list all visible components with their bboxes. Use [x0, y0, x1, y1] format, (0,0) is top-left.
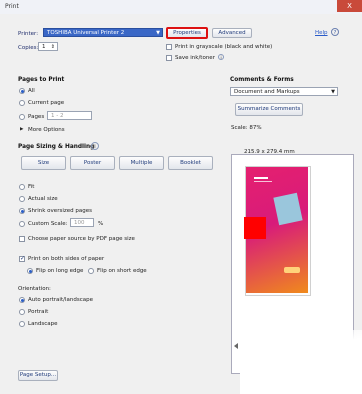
more-options-link[interactable]: More Options [28, 127, 65, 133]
preview-page [244, 166, 311, 296]
custom-scale-value: 100 [74, 220, 85, 226]
scale-label: Scale: 87% [231, 125, 262, 131]
fit-radio[interactable] [19, 184, 25, 190]
portrait-radio[interactable] [19, 309, 25, 315]
short-edge-label: Flip on short edge [97, 268, 147, 274]
advanced-label: Advanced [218, 30, 246, 36]
custom-scale-input[interactable]: 100 [70, 218, 94, 227]
comments-select-value: Document and Markups [234, 89, 300, 95]
page-setup-label: Page Setup... [19, 372, 57, 378]
grayscale-checkbox[interactable] [166, 44, 172, 50]
sizing-heading: Page Sizing & Handling [18, 144, 95, 150]
printer-label: Printer: [18, 31, 39, 37]
advanced-button[interactable]: Advanced [212, 28, 252, 38]
paper-source-checkbox[interactable] [19, 236, 25, 242]
preview-logo [284, 267, 300, 273]
fit-label: Fit [28, 184, 35, 190]
auto-orientation-radio[interactable] [19, 297, 25, 303]
chevron-down-icon: ▼ [331, 89, 335, 95]
tab-booklet[interactable]: Booklet [168, 156, 213, 170]
info-icon: i [91, 142, 99, 150]
save-ink-checkbox[interactable] [166, 55, 172, 61]
custom-scale-radio[interactable] [19, 221, 25, 227]
both-sides-label: Print on both sides of paper [28, 256, 105, 262]
actual-size-radio[interactable] [19, 196, 25, 202]
page-setup-button[interactable]: Page Setup... [18, 370, 58, 381]
close-button[interactable]: X [337, 0, 362, 12]
help-link[interactable]: Help [315, 30, 328, 36]
chevron-down-icon: ▼ [156, 30, 160, 36]
tab-size-label: Size [37, 160, 50, 166]
current-page-radio[interactable] [19, 100, 25, 106]
shrink-label: Shrink oversized pages [28, 208, 92, 214]
printer-select-value: TOSHIBA Universal Printer 2 [47, 30, 125, 36]
tab-booklet-label: Booklet [180, 160, 201, 166]
preview-heading-line [254, 177, 268, 179]
help-circle-icon[interactable]: ? [331, 28, 339, 36]
pages-range-value: 1 - 2 [51, 113, 64, 119]
percent-label: % [98, 221, 104, 227]
pages-radio[interactable] [19, 114, 25, 120]
long-edge-radio[interactable] [27, 268, 33, 274]
printer-select[interactable]: TOSHIBA Universal Printer 2 ▼ [43, 28, 163, 37]
long-edge-label: Flip on long edge [36, 268, 84, 274]
page-curl [240, 330, 362, 394]
tab-multiple-label: Multiple [130, 160, 153, 166]
save-ink-label: Save ink/toner [175, 55, 215, 61]
grayscale-label: Print in grayscale (black and white) [175, 44, 273, 50]
copies-stepper[interactable]: 1 ⇕ [38, 42, 58, 51]
copies-value: 1 [42, 44, 46, 50]
preview-red-block [244, 217, 266, 239]
stepper-arrows-icon: ⇕ [50, 44, 55, 50]
tab-poster-label: Poster [83, 160, 102, 166]
landscape-radio[interactable] [19, 321, 25, 327]
custom-scale-label: Custom Scale: [28, 221, 68, 227]
portrait-label: Portrait [28, 309, 49, 315]
actual-size-label: Actual size [28, 196, 58, 202]
both-sides-checkbox[interactable] [19, 255, 25, 262]
tab-multiple[interactable]: Multiple [119, 156, 164, 170]
pages-to-print-heading: Pages to Print [18, 77, 65, 83]
tab-poster[interactable]: Poster [70, 156, 115, 170]
preview-text-line [254, 181, 272, 182]
pages-range-input[interactable]: 1 - 2 [47, 111, 92, 120]
title-bar [0, 0, 362, 14]
landscape-label: Landscape [28, 321, 58, 327]
summarize-comments-button[interactable]: Summarize Comments [235, 103, 303, 116]
all-radio[interactable] [19, 88, 25, 94]
properties-label: Properties [173, 30, 201, 36]
info-icon: i [218, 54, 224, 60]
current-page-label: Current page [28, 100, 65, 106]
pages-label: Pages [28, 114, 45, 120]
triangle-right-icon[interactable]: ▶ [20, 127, 23, 132]
properties-button[interactable]: Properties [166, 27, 208, 39]
tab-size[interactable]: Size [21, 156, 66, 170]
short-edge-radio[interactable] [88, 268, 94, 274]
summarize-comments-label: Summarize Comments [237, 106, 301, 112]
window-title: Print [5, 3, 19, 10]
comments-heading: Comments & Forms [230, 77, 294, 83]
all-label: All [28, 88, 35, 94]
shrink-radio[interactable] [19, 208, 25, 214]
copies-label: Copies: [18, 45, 39, 51]
paper-source-label: Choose paper source by PDF page size [28, 236, 135, 242]
orientation-heading: Orientation: [18, 286, 51, 292]
auto-orientation-label: Auto portrait/landscape [28, 297, 93, 303]
comments-select[interactable]: Document and Markups ▼ [230, 87, 338, 96]
